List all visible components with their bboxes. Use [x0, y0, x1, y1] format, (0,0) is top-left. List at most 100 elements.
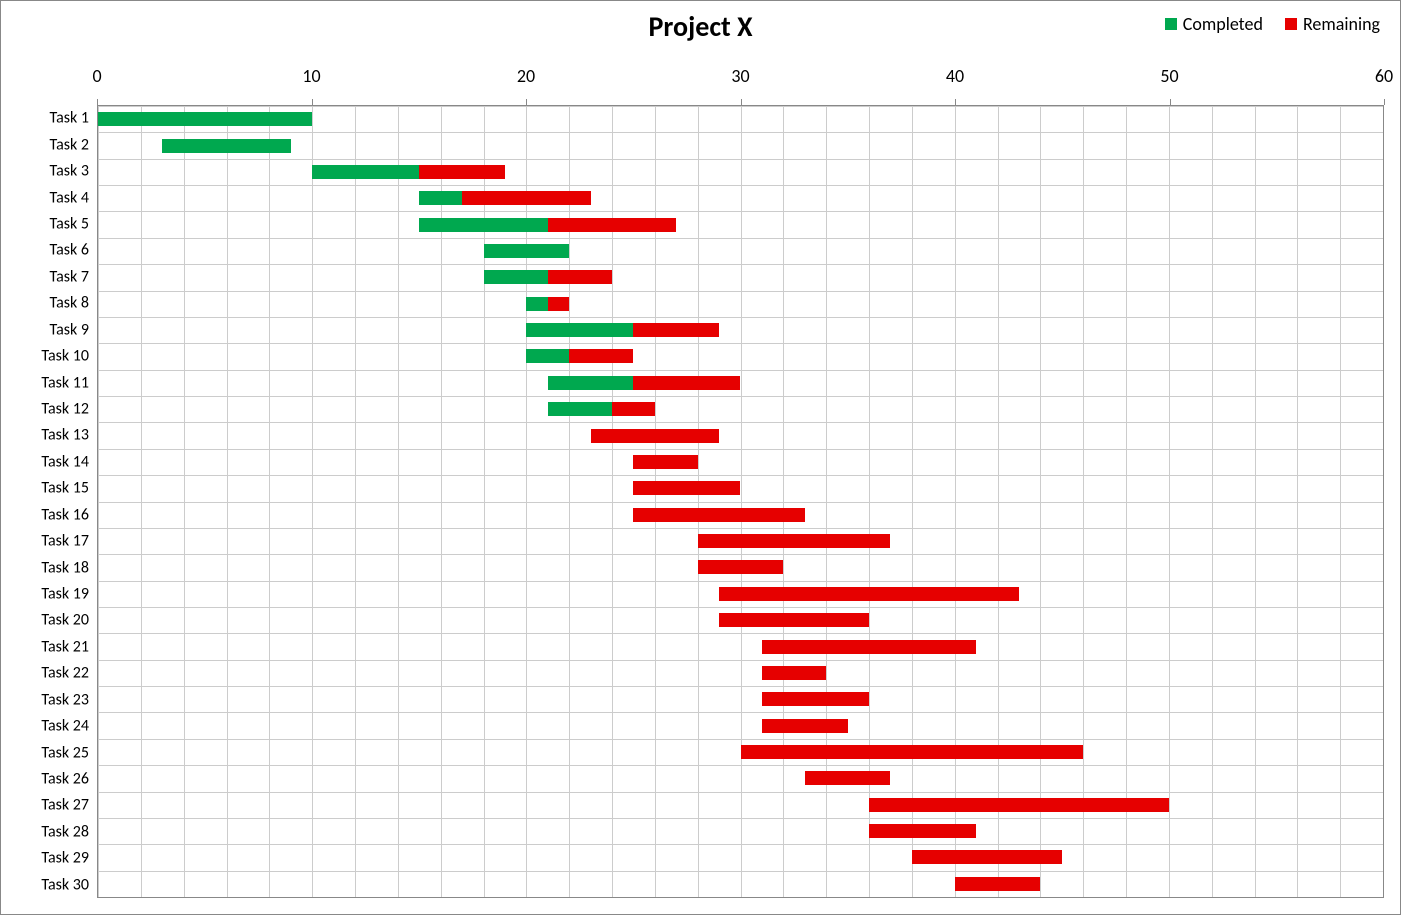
gridline-horizontal [98, 844, 1383, 845]
bar-remaining [698, 534, 891, 548]
gridline-horizontal [98, 475, 1383, 476]
gridline-horizontal [98, 211, 1383, 212]
gridline-horizontal [98, 422, 1383, 423]
gridline-vertical [1383, 106, 1384, 897]
bar-remaining [762, 719, 848, 733]
chart-frame: Project X Completed Remaining Task 1Task… [0, 0, 1401, 915]
bar-remaining [741, 745, 1084, 759]
x-tick-label: 30 [731, 65, 749, 87]
bar-completed [484, 244, 570, 258]
bar-remaining [633, 376, 740, 390]
gridline-horizontal [98, 581, 1383, 582]
gridline-horizontal [98, 291, 1383, 292]
x-tick-label: 60 [1375, 65, 1393, 87]
y-tick-label: Task 18 [41, 558, 89, 577]
bar-remaining [633, 508, 804, 522]
x-tick-mark [1384, 99, 1385, 105]
bar-completed [484, 270, 548, 284]
legend-swatch-remaining [1285, 18, 1297, 30]
bar-completed [419, 191, 462, 205]
x-tick-label: 0 [92, 65, 101, 87]
plot-wrapper: Task 1Task 2Task 3Task 4Task 5Task 6Task… [17, 61, 1384, 898]
gridline-horizontal [98, 159, 1383, 160]
gridline-horizontal [98, 238, 1383, 239]
bar-remaining [869, 824, 976, 838]
y-tick-label: Task 25 [41, 743, 89, 762]
y-tick-label: Task 11 [41, 373, 89, 392]
gridline-horizontal [98, 607, 1383, 608]
legend-swatch-completed [1165, 18, 1177, 30]
gridline-horizontal [98, 897, 1383, 898]
bar-completed [526, 349, 569, 363]
bar-remaining [633, 323, 719, 337]
bar-completed [526, 323, 633, 337]
bar-remaining [462, 191, 591, 205]
bar-completed [526, 297, 547, 311]
y-tick-label: Task 7 [50, 267, 89, 286]
gridline-horizontal [98, 660, 1383, 661]
y-tick-label: Task 3 [50, 162, 89, 181]
y-tick-label: Task 8 [50, 294, 89, 313]
bar-remaining [591, 429, 720, 443]
y-tick-label: Task 20 [41, 611, 89, 630]
y-tick-label: Task 9 [50, 320, 89, 339]
bar-completed [419, 218, 548, 232]
y-tick-label: Task 27 [41, 796, 89, 815]
bar-completed [548, 376, 634, 390]
legend-label-completed: Completed [1183, 13, 1263, 35]
gridline-horizontal [98, 765, 1383, 766]
bar-completed [98, 112, 312, 126]
y-tick-label: Task 1 [50, 109, 89, 128]
y-tick-label: Task 22 [41, 664, 89, 683]
x-tick-label: 10 [302, 65, 320, 87]
bar-remaining [805, 771, 891, 785]
bar-remaining [698, 560, 784, 574]
gridline-horizontal [98, 792, 1383, 793]
y-tick-label: Task 4 [50, 188, 89, 207]
gridline-horizontal [98, 132, 1383, 133]
legend-item-completed: Completed [1165, 13, 1263, 35]
bar-completed [162, 139, 291, 153]
bar-remaining [762, 692, 869, 706]
gridline-horizontal [98, 396, 1383, 397]
plot-column: 0102030405060 [97, 61, 1384, 898]
x-tick-label: 20 [517, 65, 535, 87]
y-tick-label: Task 13 [41, 426, 89, 445]
bar-remaining [719, 587, 1019, 601]
plot-area [97, 105, 1384, 898]
y-tick-label: Task 14 [41, 452, 89, 471]
bar-remaining [569, 349, 633, 363]
gridline-horizontal [98, 871, 1383, 872]
bar-remaining [612, 402, 655, 416]
gridline-horizontal [98, 686, 1383, 687]
gridline-horizontal [98, 528, 1383, 529]
bar-remaining [869, 798, 1169, 812]
gridline-horizontal [98, 449, 1383, 450]
bar-remaining [548, 218, 677, 232]
y-tick-label: Task 10 [41, 347, 89, 366]
bar-remaining [633, 481, 740, 495]
bar-remaining [548, 270, 612, 284]
gridline-horizontal [98, 502, 1383, 503]
gridline-horizontal [98, 317, 1383, 318]
bar-remaining [955, 877, 1041, 891]
gridline-horizontal [98, 818, 1383, 819]
gridline-horizontal [98, 633, 1383, 634]
x-axis: 0102030405060 [97, 61, 1384, 105]
gridline-horizontal [98, 185, 1383, 186]
gridline-horizontal [98, 106, 1383, 107]
x-tick-label: 40 [946, 65, 964, 87]
bar-remaining [719, 613, 869, 627]
gridline-horizontal [98, 739, 1383, 740]
y-tick-label: Task 12 [41, 399, 89, 418]
y-tick-label: Task 29 [41, 849, 89, 868]
y-tick-label: Task 30 [41, 875, 89, 894]
y-tick-label: Task 19 [41, 585, 89, 604]
bar-remaining [548, 297, 569, 311]
y-tick-label: Task 26 [41, 770, 89, 789]
y-tick-label: Task 6 [50, 241, 89, 260]
bar-remaining [762, 666, 826, 680]
y-axis-labels: Task 1Task 2Task 3Task 4Task 5Task 6Task… [17, 61, 97, 898]
y-tick-label: Task 28 [41, 822, 89, 841]
gridline-horizontal [98, 264, 1383, 265]
